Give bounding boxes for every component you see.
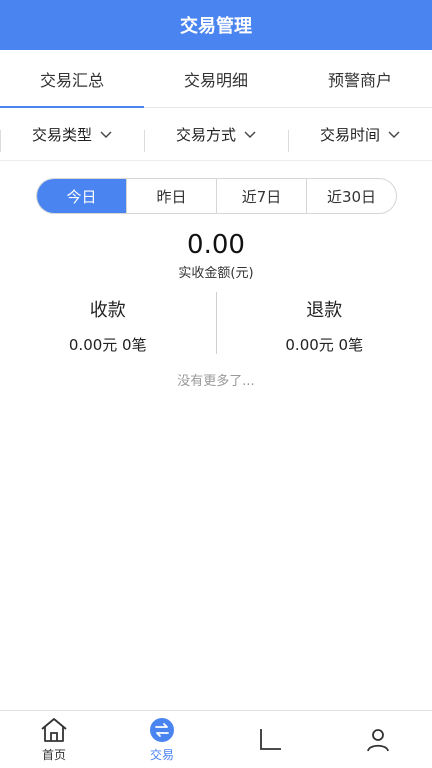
tab-summary[interactable]: 交易汇总 [0, 50, 144, 108]
home-icon [41, 718, 67, 742]
user-icon [367, 728, 389, 751]
refund-value: 0.00元 0笔 [285, 336, 364, 354]
bottom-nav: 首页 交易 [0, 710, 432, 768]
period-yesterday[interactable]: 昨日 [126, 179, 216, 213]
total-amount: 0.00 [187, 230, 245, 260]
receive-refund-summary: 收款 0.00元 0笔 退款 0.00元 0笔 [0, 292, 432, 354]
nav-item-4[interactable] [324, 711, 432, 768]
filter-bar: 交易类型 交易方式 交易时间 [0, 109, 432, 161]
tab-detail[interactable]: 交易明细 [144, 50, 288, 107]
no-more-hint: 没有更多了... [177, 374, 255, 389]
receive-value: 0.00元 0笔 [68, 336, 147, 354]
receive-title: 收款 [89, 300, 126, 321]
period-7-days[interactable]: 近7日 [216, 179, 306, 213]
total-summary: 0.00 实收金额(元) [0, 230, 432, 281]
page-title: 交易管理 [180, 16, 252, 37]
filter-trade-type[interactable]: 交易类型 [0, 124, 144, 152]
filter-label: 交易时间 [319, 126, 380, 144]
stats-icon [260, 728, 281, 750]
period-30-days[interactable]: 近30日 [306, 179, 396, 213]
nav-item-3[interactable] [216, 711, 324, 768]
exchange-icon [150, 718, 174, 742]
app-header: 交易管理 [0, 0, 432, 50]
nav-home[interactable]: 首页 [0, 711, 108, 768]
refund-column: 退款 0.00元 0笔 [215, 292, 432, 354]
refund-title: 退款 [306, 300, 343, 321]
tab-bar: 交易汇总 交易明细 预警商户 [0, 50, 432, 108]
period-selector: 今日 昨日 近7日 近30日 [36, 178, 397, 214]
chevron-down-icon [388, 131, 400, 138]
tab-warning-merchant[interactable]: 预警商户 [288, 50, 432, 107]
receive-column: 收款 0.00元 0笔 [0, 292, 216, 354]
chevron-down-icon [100, 131, 112, 138]
nav-trade[interactable]: 交易 [108, 711, 216, 768]
total-amount-label: 实收金额(元) [178, 266, 254, 281]
filter-trade-method[interactable]: 交易方式 [144, 124, 288, 152]
period-today[interactable]: 今日 [37, 179, 126, 213]
nav-label: 首页 [41, 748, 66, 762]
chevron-down-icon [244, 131, 256, 138]
nav-label: 交易 [149, 748, 174, 762]
filter-label: 交易类型 [31, 126, 92, 144]
filter-trade-time[interactable]: 交易时间 [288, 124, 432, 152]
filter-label: 交易方式 [175, 126, 236, 144]
